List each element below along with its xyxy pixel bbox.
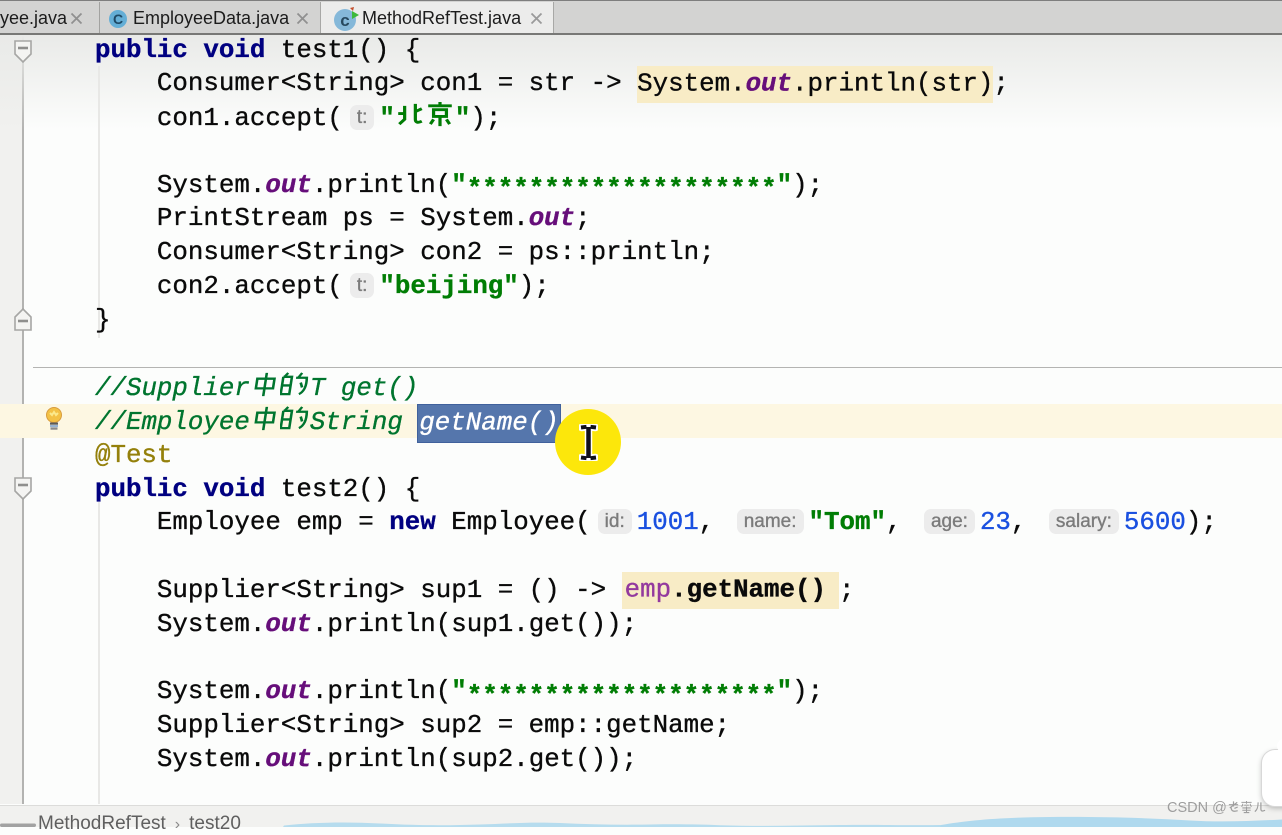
svg-text:C: C [113, 11, 123, 27]
svg-text:c: c [340, 11, 349, 30]
